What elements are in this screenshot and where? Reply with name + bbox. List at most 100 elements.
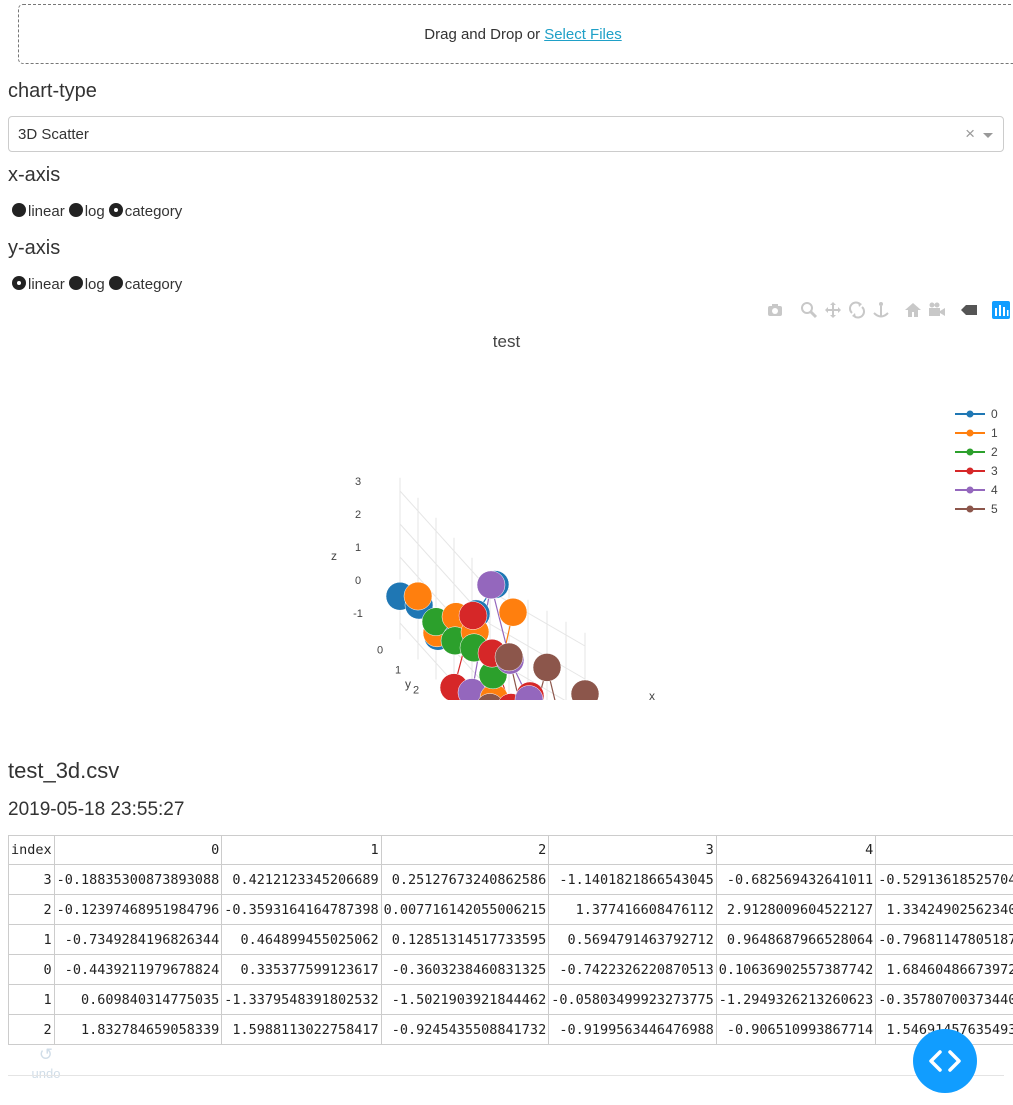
table-cell: 1.832784659058339	[53, 1014, 223, 1045]
radio-label: linear	[28, 203, 65, 220]
table-cell: 0.10636902557387742	[715, 954, 877, 985]
data-point-5[interactable]	[494, 642, 524, 672]
legend-item-3[interactable]: 3	[955, 461, 998, 480]
column-header: 4	[715, 835, 877, 865]
legend-label: 3	[991, 463, 998, 478]
table-cell: -0.3603238460831325	[380, 954, 550, 985]
orbit-icon[interactable]	[848, 301, 866, 319]
legend-item-1[interactable]: 1	[955, 423, 998, 442]
radio-label: linear	[28, 276, 65, 293]
chart-legend[interactable]: 0 1 2 3 4 5	[955, 404, 998, 518]
table-cell: 0.464899455025062	[221, 924, 382, 955]
home-icon[interactable]	[904, 301, 922, 319]
table-row: 2 -0.12397468951984796 -0.3593164164787398…	[8, 894, 1013, 925]
radio-category-x[interactable]	[108, 202, 123, 217]
table-cell: -0.18835300873893088	[53, 864, 223, 895]
legend-swatch	[955, 448, 985, 455]
table-row: 2 1.832784659058339 1.5988113022758417 -0.9…	[8, 1014, 1013, 1045]
data-point-4[interactable]	[476, 570, 506, 600]
radio-log-x[interactable]	[68, 202, 83, 217]
table-cell: 1.5988113022758417	[221, 1014, 382, 1045]
file-timestamp: 2019-05-18 23:55:27	[8, 799, 185, 820]
legend-label: 4	[991, 482, 998, 497]
radio-category-y[interactable]	[108, 275, 123, 290]
table-cell: -0.4439211979678824	[53, 954, 223, 985]
table-cell: 0.9648687966528064	[715, 924, 877, 955]
table-cell: -0.682569432641011	[715, 864, 877, 895]
z-tick-label: 0	[355, 575, 361, 587]
index-cell: 0	[8, 954, 55, 985]
upload-dropzone[interactable]: Drag and Drop or Select Files	[18, 4, 1013, 64]
data-point-5[interactable]	[570, 679, 600, 700]
chart-type-value: 3D Scatter	[18, 125, 89, 143]
x-axis-radio-category[interactable]: category	[108, 202, 182, 220]
hover-icon[interactable]	[960, 301, 978, 319]
table-cell: -0.12397468951984796	[53, 894, 223, 925]
clear-icon[interactable]: ×	[965, 124, 975, 144]
table-cell: -0.9245435508841732	[380, 1014, 550, 1045]
table-row: 3 -0.18835300873893088 0.4212123345206689 0…	[8, 864, 1013, 895]
turntable-icon[interactable]	[872, 301, 890, 319]
x-axis-radio-group: linear log category	[12, 202, 186, 220]
data-point-1[interactable]	[403, 581, 433, 611]
code-toggle-button[interactable]	[913, 1029, 977, 1093]
y-axis-radio-linear[interactable]: linear	[12, 275, 65, 293]
y-axis-radio-category[interactable]: category	[108, 275, 183, 293]
legend-item-2[interactable]: 2	[955, 442, 998, 461]
scatter3d-plot[interactable]: 3210-10123400.511.52zyx	[300, 430, 670, 700]
table-cell: 0.5694791463792712	[548, 924, 717, 955]
y-axis-radio-group: linear log category	[12, 275, 186, 293]
legend-swatch	[955, 429, 985, 436]
radio-log-y[interactable]	[68, 275, 83, 290]
legend-item-4[interactable]: 4	[955, 480, 998, 499]
z-tick-label: 3	[355, 476, 361, 488]
camera-icon[interactable]	[766, 301, 784, 319]
table-cell: -1.2949326213260623	[715, 984, 877, 1015]
legend-label: 0	[991, 406, 998, 421]
table-header-row: index012345	[8, 835, 1013, 865]
table-row: 1 -0.7349284196826344 0.464899455025062 0.1…	[8, 924, 1013, 955]
table-cell: -1.3379548391802532	[221, 984, 382, 1015]
pan-icon[interactable]	[824, 301, 842, 319]
table-row: 1 0.609840314775035 -1.3379548391802532 -1.…	[8, 984, 1013, 1015]
table-cell: -0.7349284196826344	[53, 924, 223, 955]
table-cell: 1.377416608476112	[548, 894, 717, 925]
y-axis-label: y-axis	[8, 237, 61, 259]
y-tick-label: 0	[377, 645, 383, 657]
select-files-link[interactable]: Select Files	[544, 26, 622, 43]
data-point-5[interactable]	[532, 653, 562, 682]
undo-label: undo	[31, 1066, 61, 1081]
zoom-icon[interactable]	[800, 301, 818, 319]
table-cell: 0.4212123345206689	[221, 864, 382, 895]
code-icon	[929, 1050, 961, 1072]
legend-item-0[interactable]: 0	[955, 404, 998, 423]
x-axis-radio-linear[interactable]: linear	[12, 202, 65, 220]
column-header: 2	[380, 835, 550, 865]
data-point-1[interactable]	[498, 597, 528, 627]
z-tick-label: 1	[355, 542, 361, 554]
camera-view-icon[interactable]	[928, 301, 946, 319]
column-header: 1	[221, 835, 382, 865]
legend-label: 1	[991, 425, 998, 440]
radio-linear-x[interactable]	[12, 202, 26, 217]
plotly-logo-icon[interactable]	[992, 301, 1010, 319]
z-axis-title: z	[331, 549, 337, 563]
x-axis-title: x	[649, 689, 655, 700]
index-cell: 2	[8, 894, 55, 925]
index-cell: 1	[8, 924, 55, 955]
table-cell: 0.25127673240862586	[380, 864, 550, 895]
table-cell: -0.3593164164787398	[221, 894, 382, 925]
chevron-down-icon[interactable]	[983, 133, 993, 138]
column-header: 0	[53, 835, 223, 865]
data-point-3[interactable]	[458, 601, 488, 630]
radio-linear-y[interactable]	[12, 275, 26, 290]
upload-prompt: Drag and Drop or	[424, 25, 541, 43]
legend-item-5[interactable]: 5	[955, 499, 998, 518]
x-axis-radio-log[interactable]: log	[68, 202, 105, 220]
column-header: 3	[548, 835, 717, 865]
table-cell: 0.609840314775035	[53, 984, 223, 1015]
radio-label: category	[124, 276, 183, 293]
y-axis-radio-log[interactable]: log	[68, 275, 105, 293]
table-cell: -0.5291361852570421	[875, 864, 1013, 895]
chart-type-dropdown[interactable]: 3D Scatter ×	[8, 116, 1004, 152]
